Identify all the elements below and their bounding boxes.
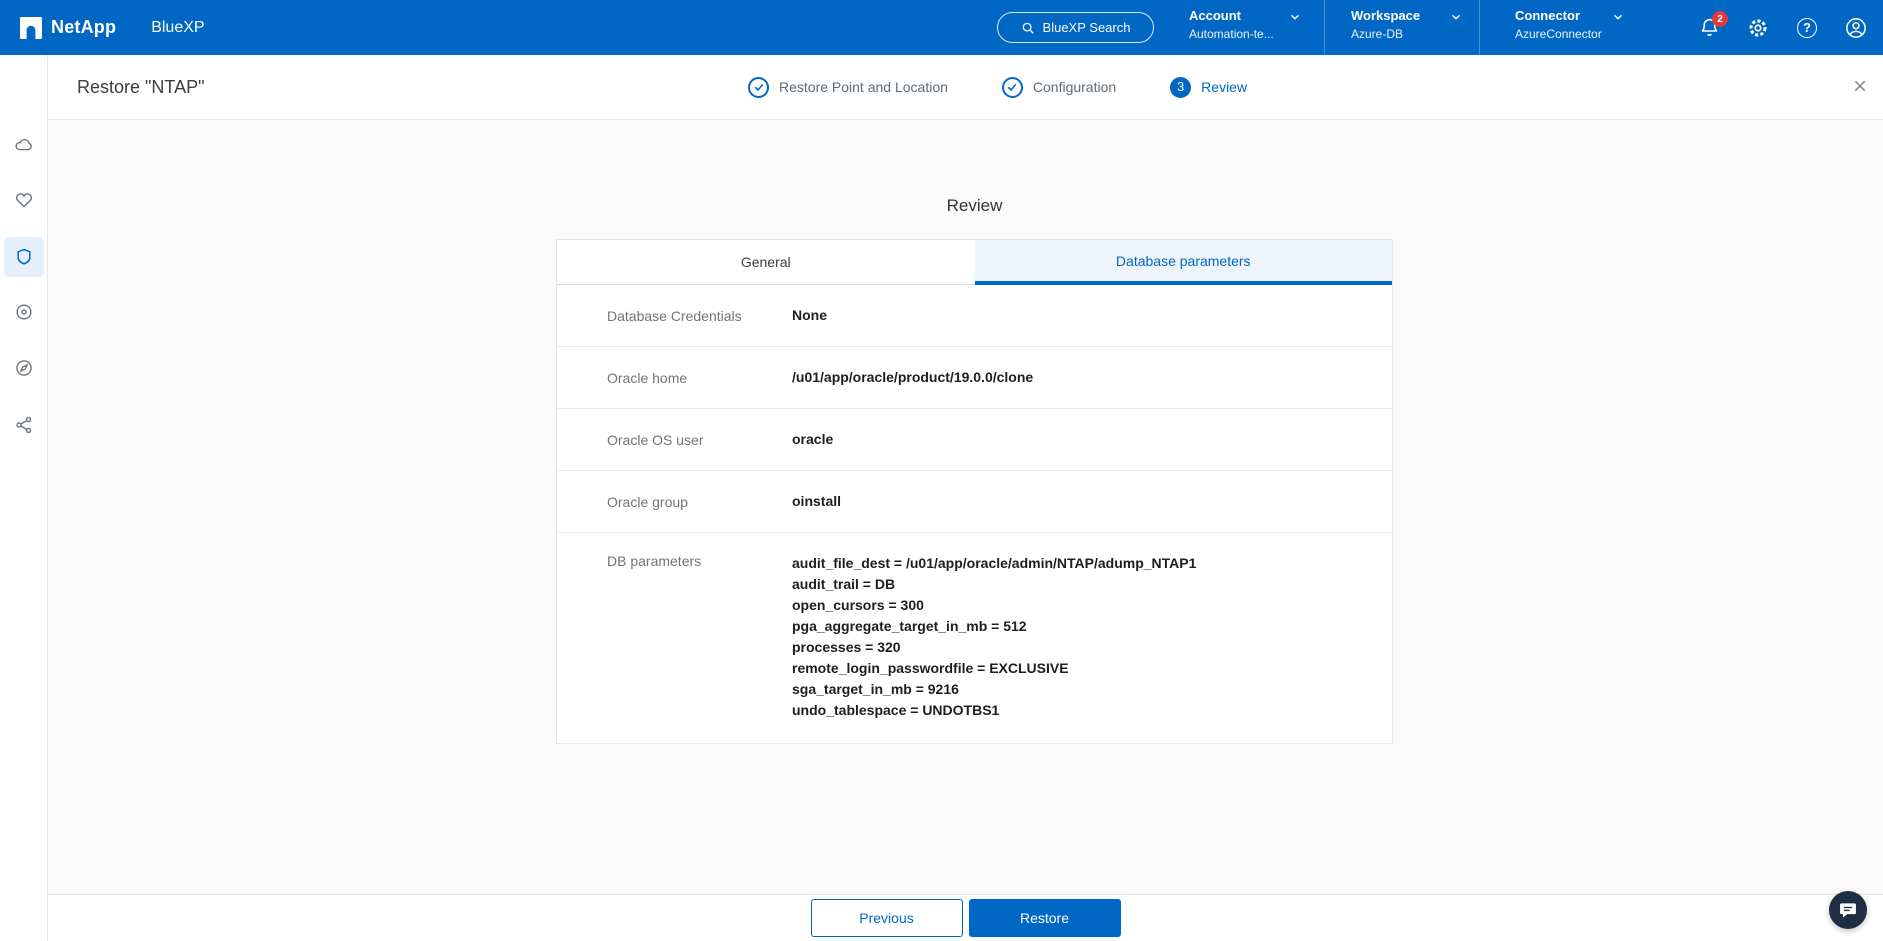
- header-divider: [1324, 0, 1325, 55]
- workspace-menu-label: Workspace: [1351, 8, 1420, 23]
- table-row: DB parameters audit_file_dest = /u01/app…: [557, 533, 1392, 743]
- brand-name: NetApp: [51, 17, 116, 38]
- check-icon: [753, 81, 765, 93]
- user-account-button[interactable]: [1845, 17, 1867, 39]
- user-icon: [1845, 17, 1867, 39]
- sidebar-item-health[interactable]: [4, 180, 44, 220]
- chat-bubble-icon: [1838, 900, 1858, 920]
- sidebar-item-storage[interactable]: [4, 125, 44, 165]
- review-heading: Review: [556, 196, 1393, 216]
- restore-button[interactable]: Restore: [969, 899, 1121, 937]
- cloud-icon: [14, 135, 34, 155]
- step-configuration[interactable]: Configuration: [1002, 77, 1116, 98]
- bluexp-search-button[interactable]: BlueXP Search: [997, 12, 1154, 43]
- row-label: Oracle home: [607, 370, 792, 386]
- chevron-down-icon: [1288, 10, 1302, 24]
- search-label: BlueXP Search: [1043, 20, 1131, 35]
- row-value: /u01/app/oracle/product/19.0.0/clone: [792, 367, 1053, 388]
- disc-icon: [14, 302, 34, 322]
- sidebar-item-protection[interactable]: [4, 237, 44, 277]
- wizard-stepper: Restore Point and Location Configuration…: [748, 55, 1301, 119]
- step-restore-point-and-location[interactable]: Restore Point and Location: [748, 77, 948, 98]
- step-label: Review: [1201, 79, 1247, 95]
- step-check-circle: [748, 77, 769, 98]
- table-row: Oracle home /u01/app/oracle/product/19.0…: [557, 347, 1392, 409]
- brand: NetApp BlueXP: [20, 0, 205, 55]
- row-value: oracle: [792, 429, 853, 450]
- help-button[interactable]: ?: [1796, 17, 1818, 39]
- settings-button[interactable]: [1747, 17, 1769, 39]
- row-label: Oracle group: [607, 494, 792, 510]
- gear-icon: [1747, 17, 1769, 39]
- tab-database-parameters[interactable]: Database parameters: [975, 240, 1393, 285]
- row-label: Oracle OS user: [607, 432, 792, 448]
- workspace-menu[interactable]: Workspace Azure-DB: [1351, 0, 1463, 55]
- table-row: Oracle OS user oracle: [557, 409, 1392, 471]
- share-nodes-icon: [14, 415, 34, 435]
- account-menu-label: Account: [1189, 8, 1241, 23]
- step-review[interactable]: 3 Review: [1170, 77, 1247, 98]
- chevron-down-icon: [1449, 10, 1463, 24]
- row-value: None: [792, 305, 847, 326]
- account-menu[interactable]: Account Automation-te...: [1189, 0, 1302, 55]
- wizard-footer: Previous Restore: [48, 894, 1883, 941]
- table-row: Database Credentials None: [557, 285, 1392, 347]
- header-divider: [1479, 0, 1480, 55]
- sidebar-item-governance[interactable]: [4, 292, 44, 332]
- step-number-circle: 3: [1170, 77, 1191, 98]
- product-name: BlueXP: [151, 19, 204, 37]
- close-wizard-button[interactable]: ×: [1853, 55, 1867, 119]
- previous-button[interactable]: Previous: [811, 899, 963, 937]
- left-sidebar: [0, 55, 48, 941]
- row-value: oinstall: [792, 491, 861, 512]
- workspace-menu-value: Azure-DB: [1351, 27, 1403, 41]
- check-icon: [1006, 81, 1018, 93]
- tab-general[interactable]: General: [557, 240, 975, 285]
- row-value: audit_file_dest = /u01/app/oracle/admin/…: [792, 553, 1216, 721]
- connector-menu-value: AzureConnector: [1515, 27, 1602, 41]
- app-header: NetApp BlueXP BlueXP Search Account Auto…: [0, 0, 1883, 55]
- connector-menu[interactable]: Connector AzureConnector: [1515, 0, 1625, 55]
- chat-launcher-button[interactable]: [1829, 891, 1867, 929]
- step-check-circle: [1002, 77, 1023, 98]
- help-icon: ?: [1797, 18, 1817, 38]
- netapp-logo-icon: [20, 17, 42, 39]
- review-tabs: General Database parameters: [556, 239, 1393, 285]
- header-icon-group: 2 ?: [1698, 0, 1867, 55]
- wizard-header: Restore "NTAP" Restore Point and Locatio…: [48, 55, 1883, 120]
- search-icon: [1021, 21, 1035, 35]
- chevron-down-icon: [1611, 10, 1625, 24]
- table-row: Oracle group oinstall: [557, 471, 1392, 533]
- main-content: Review General Database parameters Datab…: [48, 120, 1883, 894]
- row-label: Database Credentials: [607, 308, 792, 324]
- notification-badge: 2: [1712, 11, 1728, 27]
- page-title: Restore "NTAP": [77, 55, 204, 119]
- heart-icon: [14, 190, 34, 210]
- review-table: Database Credentials None Oracle home /u…: [556, 285, 1393, 744]
- compass-icon: [14, 358, 34, 378]
- sidebar-item-mobility[interactable]: [4, 348, 44, 388]
- sidebar-item-extend[interactable]: [4, 405, 44, 445]
- step-label: Restore Point and Location: [779, 79, 948, 95]
- step-label: Configuration: [1033, 79, 1116, 95]
- notifications-button[interactable]: 2: [1698, 17, 1720, 39]
- shield-icon: [14, 247, 34, 267]
- connector-menu-label: Connector: [1515, 8, 1580, 23]
- account-menu-value: Automation-te...: [1189, 27, 1274, 41]
- close-icon: ×: [1853, 73, 1867, 101]
- row-label: DB parameters: [607, 553, 792, 569]
